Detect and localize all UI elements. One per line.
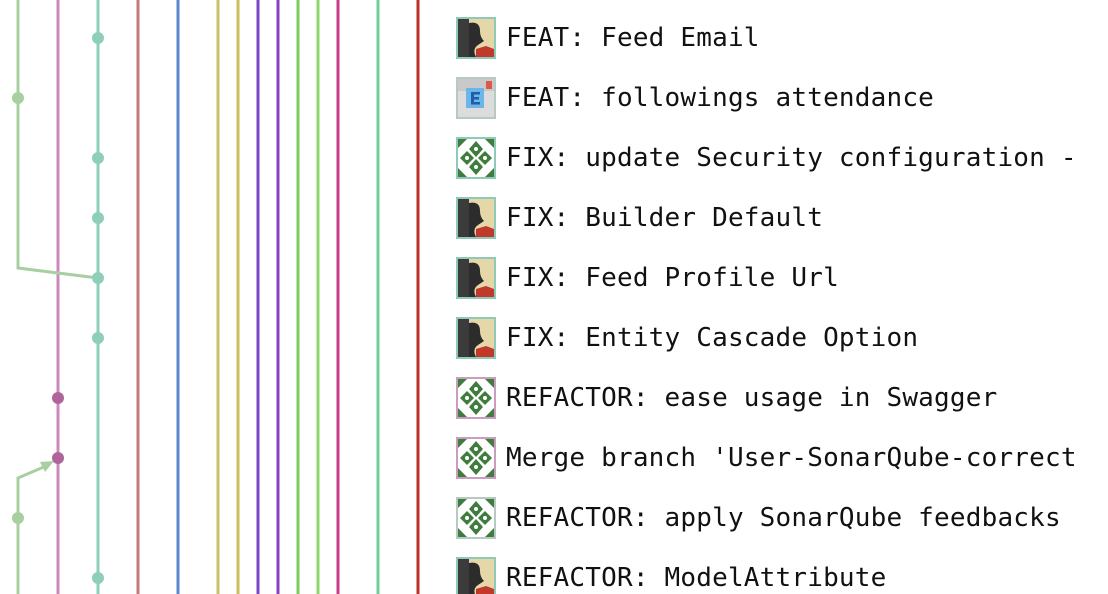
commit-message: FIX: Feed Profile Url (506, 263, 839, 293)
commit-node[interactable] (52, 392, 64, 404)
user-avatar-identicon (456, 377, 496, 419)
commit-message: FIX: Builder Default (506, 203, 824, 233)
commit-message: FIX: Entity Cascade Option (506, 323, 919, 353)
commit-message: REFACTOR: ease usage in Swagger (506, 383, 998, 413)
commit-node[interactable] (92, 32, 104, 44)
commit-node[interactable] (92, 272, 104, 284)
commit-message: REFACTOR: ModelAttribute (506, 563, 887, 593)
commit-message: FIX: update Security configuration - (506, 143, 1077, 173)
portrait-icon (458, 259, 494, 297)
portrait-icon (458, 559, 494, 594)
commit-row[interactable]: REFACTOR: apply SonarQube feedbacks (456, 494, 1061, 542)
commit-node[interactable] (12, 512, 24, 524)
commit-message: FEAT: followings attendance (506, 83, 935, 113)
portrait-icon (458, 19, 494, 57)
commit-message: FEAT: Feed Email (506, 23, 760, 53)
branch-fork-path (16, 464, 47, 594)
identicon-icon (458, 499, 494, 537)
commit-node[interactable] (52, 452, 64, 464)
commit-row[interactable]: FEAT: followings attendance (456, 74, 934, 122)
commit-row[interactable]: FEAT: Feed Email (456, 14, 760, 62)
commit-node[interactable] (92, 212, 104, 224)
commit-node[interactable] (92, 332, 104, 344)
commit-node[interactable] (92, 572, 104, 584)
identicon-icon (458, 439, 494, 477)
commit-node[interactable] (12, 92, 24, 104)
user-avatar-identicon (456, 137, 496, 179)
user-avatar-identicon (456, 437, 496, 479)
user-avatar-portrait (456, 197, 496, 239)
user-avatar-portrait (456, 17, 496, 59)
portrait-icon (458, 199, 494, 237)
commit-row[interactable]: FIX: Builder Default (456, 194, 823, 242)
user-avatar-portrait (456, 317, 496, 359)
commit-message: REFACTOR: apply SonarQube feedbacks (506, 503, 1061, 533)
commit-list: FEAT: Feed Email FEAT: followings attend… (456, 0, 1108, 594)
user-avatar-portrait (456, 557, 496, 594)
commit-row[interactable]: FIX: Feed Profile Url (456, 254, 839, 302)
commit-node[interactable] (92, 152, 104, 164)
commit-row[interactable]: Merge branch 'User-SonarQube-correct (456, 434, 1077, 482)
commit-graph (12, 0, 420, 594)
portrait-icon (458, 319, 494, 357)
letter-e-icon (458, 79, 494, 117)
commit-row[interactable]: FIX: Entity Cascade Option (456, 314, 918, 362)
commit-row[interactable]: REFACTOR: ModelAttribute (456, 554, 886, 594)
user-avatar-identicon (456, 497, 496, 539)
user-avatar-portrait (456, 257, 496, 299)
identicon-icon (458, 379, 494, 417)
commit-message: Merge branch 'User-SonarQube-correct (506, 443, 1077, 473)
user-avatar-letter-e (456, 77, 496, 119)
identicon-icon (458, 139, 494, 177)
commit-row[interactable]: FIX: update Security configuration - (456, 134, 1077, 182)
commit-row[interactable]: REFACTOR: ease usage in Swagger (456, 374, 997, 422)
